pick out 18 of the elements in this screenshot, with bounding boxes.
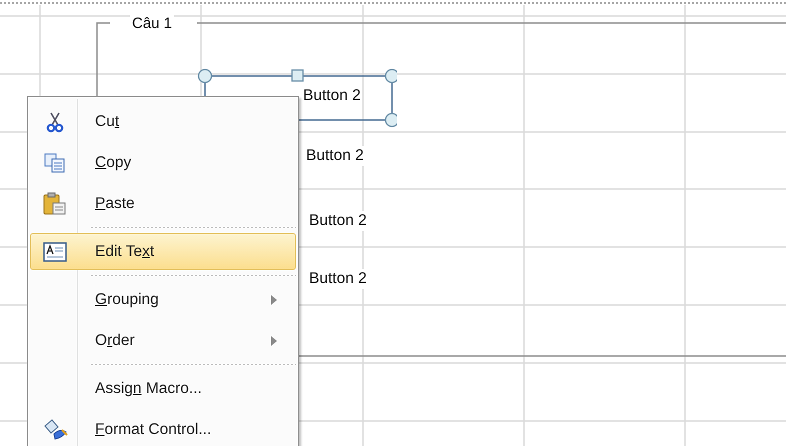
submenu-arrow-icon — [271, 294, 277, 304]
submenu-arrow-icon — [271, 336, 277, 346]
scissors-icon — [44, 110, 64, 132]
menu-item[interactable]: Order — [30, 320, 296, 361]
option-button-label[interactable]: Button 2 — [306, 146, 364, 166]
menu-item[interactable]: Cut — [30, 101, 296, 142]
copy-icon — [44, 152, 66, 172]
menu-item[interactable]: Assign Macro... — [30, 368, 296, 409]
menu-item[interactable]: Grouping — [30, 279, 296, 320]
option-button-label[interactable]: Button 2 — [309, 211, 367, 231]
paint-brush-icon — [42, 418, 68, 442]
menu-item[interactable]: Copy — [30, 142, 296, 183]
menu-item[interactable]: Edit Text — [30, 233, 296, 270]
menu-item[interactable]: Paste — [30, 183, 296, 224]
option-button-label[interactable]: Button 2 — [309, 269, 367, 289]
clipboard-icon — [42, 192, 66, 216]
menu-item[interactable]: Format Control... — [30, 409, 296, 446]
text-box-icon — [42, 242, 66, 262]
